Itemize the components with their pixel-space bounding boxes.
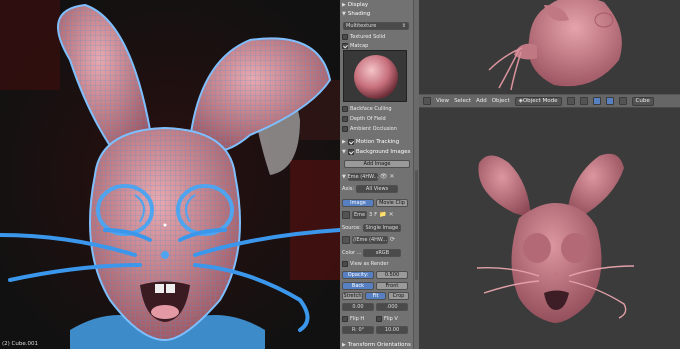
textured-solid-checkbox[interactable] bbox=[342, 33, 348, 40]
panel-display[interactable]: ▶ Display bbox=[342, 0, 368, 9]
panel-shading[interactable]: ▼ Shading bbox=[342, 9, 370, 18]
file-icon bbox=[342, 235, 350, 244]
fit-button[interactable]: Fit bbox=[365, 291, 386, 300]
opacity-field[interactable]: Opacity: bbox=[342, 270, 374, 279]
shading-mode-dropdown[interactable]: Multitexture ⇕ bbox=[343, 21, 409, 30]
filepath-field[interactable]: //Eme (4HW... bbox=[352, 235, 388, 244]
back-button[interactable]: Back bbox=[342, 281, 374, 290]
expand-icon: ▼ bbox=[342, 10, 346, 17]
menu-select[interactable]: Select bbox=[454, 98, 471, 104]
source-dropdown[interactable]: Single Image bbox=[362, 223, 401, 232]
crop-button[interactable]: Crop bbox=[388, 291, 409, 300]
tab-image[interactable]: Image bbox=[342, 198, 374, 207]
blender-window: (2) Cube.001 ▶ Display ▼ Shading Multitext… bbox=[0, 0, 680, 349]
flip-v-checkbox[interactable] bbox=[376, 315, 382, 322]
offset-x-field[interactable]: 0.00 bbox=[342, 302, 374, 311]
pivot-icon[interactable] bbox=[579, 97, 588, 105]
dof-checkbox[interactable] bbox=[342, 115, 348, 122]
front-3d-viewport[interactable] bbox=[419, 108, 680, 349]
view-as-render-checkbox[interactable] bbox=[342, 260, 348, 267]
unlink-icon[interactable]: ✕ bbox=[389, 211, 394, 218]
folder-icon[interactable]: 📁 bbox=[379, 211, 386, 218]
dropdown-arrow-icon: ⇕ bbox=[401, 22, 406, 29]
backface-row[interactable]: Backface Culling bbox=[342, 104, 392, 113]
view-as-render-row[interactable]: View as Render bbox=[342, 259, 389, 268]
front-view-render bbox=[476, 153, 635, 323]
stretch-button[interactable]: Stretch bbox=[342, 291, 363, 300]
ao-checkbox[interactable] bbox=[342, 125, 348, 132]
rotation-field[interactable]: R: 0° bbox=[342, 325, 374, 334]
bg-images-checkbox[interactable] bbox=[347, 148, 354, 155]
offset-y-field[interactable]: .000 bbox=[376, 302, 408, 311]
mode-dropdown[interactable]: ◈ Object Mode bbox=[514, 96, 562, 106]
manipulator-icon[interactable] bbox=[592, 97, 601, 105]
matcap-sphere bbox=[354, 55, 398, 99]
matcap-preview[interactable] bbox=[343, 50, 407, 102]
object-info-text: (2) Cube.001 bbox=[2, 341, 38, 347]
color-space-dropdown[interactable]: sRGB bbox=[363, 248, 402, 257]
panel-transform-orientations[interactable]: ▶ Transform Orientations bbox=[342, 340, 411, 349]
menu-object[interactable]: Object bbox=[492, 98, 510, 104]
side-view-render bbox=[488, 0, 622, 91]
bg-image-item[interactable]: ▼ Eme (4HW... 👁 ✕ bbox=[342, 172, 395, 181]
size-field[interactable]: 10.00 bbox=[376, 325, 408, 334]
opacity-value[interactable]: 0.500 bbox=[376, 270, 408, 279]
main-3d-viewport[interactable]: (2) Cube.001 bbox=[0, 0, 340, 349]
dof-row[interactable]: Depth Of Field bbox=[342, 114, 386, 123]
matcap-checkbox[interactable] bbox=[342, 42, 348, 49]
front-button[interactable]: Front bbox=[376, 281, 408, 290]
panel-motion-tracking[interactable]: ▶ Motion Tracking bbox=[342, 137, 399, 146]
backface-checkbox[interactable] bbox=[342, 105, 348, 112]
eye-icon[interactable]: 👁 bbox=[380, 173, 388, 180]
image-browse-icon[interactable] bbox=[342, 210, 350, 219]
scrollbar-thumb[interactable] bbox=[415, 170, 418, 280]
close-icon[interactable]: ✕ bbox=[389, 173, 394, 180]
tab-movie-clip[interactable]: Movie Clip bbox=[376, 198, 408, 207]
panel-bg-images[interactable]: ▼ Background Images bbox=[342, 147, 411, 156]
side-3d-viewport[interactable] bbox=[419, 0, 680, 94]
reload-icon[interactable]: ⟳ bbox=[390, 236, 395, 243]
textured-solid-row[interactable]: Textured Solid bbox=[342, 32, 385, 41]
menu-view[interactable]: View bbox=[436, 98, 449, 104]
flip-h-checkbox[interactable] bbox=[342, 315, 348, 322]
shading-icon[interactable] bbox=[566, 97, 575, 105]
motion-tracking-checkbox[interactable] bbox=[347, 138, 354, 145]
editor-type-icon[interactable] bbox=[423, 97, 431, 105]
rotate-icon[interactable] bbox=[618, 97, 627, 105]
collapse-icon: ▶ bbox=[342, 1, 346, 8]
image-datablock[interactable]: Eme bbox=[352, 210, 367, 219]
sculpt-render bbox=[0, 0, 340, 349]
menu-add[interactable]: Add bbox=[476, 98, 487, 104]
add-image-button[interactable]: Add Image bbox=[344, 160, 410, 168]
viewport-header: View Select Add Object ◈ Object Mode Cub… bbox=[419, 94, 680, 108]
object-selector[interactable]: Cube bbox=[631, 96, 654, 106]
axis-dropdown[interactable]: All Views bbox=[356, 184, 399, 193]
translate-icon[interactable] bbox=[605, 97, 614, 105]
matcap-row[interactable]: Matcap bbox=[342, 41, 368, 50]
ao-row[interactable]: Ambient Occlusion bbox=[342, 124, 397, 133]
